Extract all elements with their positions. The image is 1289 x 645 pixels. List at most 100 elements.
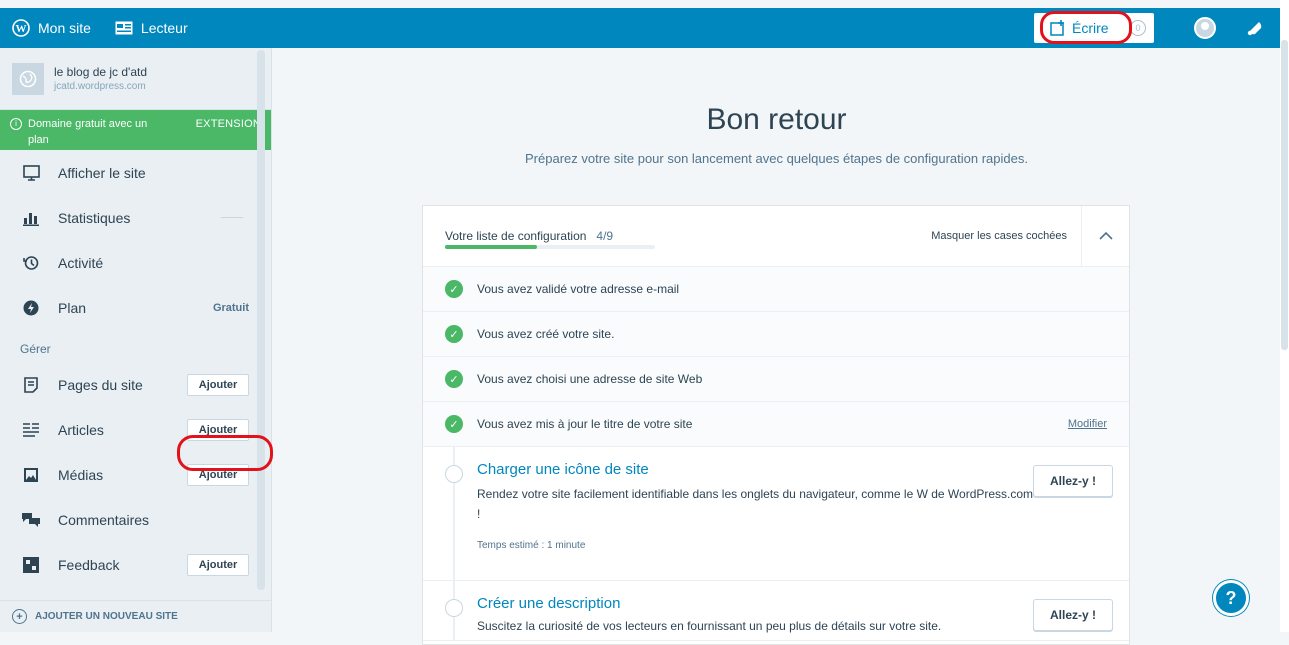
svg-text:W: W bbox=[16, 23, 27, 35]
page-subtitle: Préparez votre site pour son lancement a… bbox=[525, 151, 1028, 166]
my-site-link[interactable]: W Mon site bbox=[0, 8, 103, 48]
sidebar-item-label: Activité bbox=[58, 254, 104, 271]
page-icon bbox=[22, 376, 40, 393]
sidebar-item-label: Articles bbox=[58, 421, 104, 438]
sidebar-item-posts[interactable]: Articles Ajouter bbox=[0, 407, 271, 452]
profile-button[interactable] bbox=[1180, 8, 1230, 48]
main-content: Bon retour Préparez votre site pour son … bbox=[273, 48, 1280, 645]
avatar bbox=[1194, 17, 1216, 39]
setup-checklist: Votre liste de configuration 4/9 Masquer… bbox=[422, 205, 1130, 645]
reader-label: Lecteur bbox=[140, 20, 188, 36]
done-item-label: Vous avez validé votre adresse e-mail bbox=[477, 282, 680, 296]
sidebar-item-label: Plan bbox=[58, 299, 87, 316]
site-url: jcatd.wordpress.com bbox=[54, 81, 146, 92]
bell-icon bbox=[1247, 22, 1262, 36]
sidebar-item-media[interactable]: Médias Ajouter bbox=[0, 452, 271, 497]
chevron-up-icon bbox=[1098, 231, 1113, 240]
checklist-task: Charger une icône de site Rendez votre s… bbox=[423, 447, 1129, 581]
sidebar-item-pages[interactable]: Pages du site Ajouter bbox=[0, 362, 271, 407]
checklist-done-item: ✓ Vous avez mis à jour le titre de votre… bbox=[423, 402, 1129, 447]
domain-promo[interactable]: i Domaine gratuit avec un plan EXTENSION bbox=[0, 110, 271, 150]
checklist-title: Votre liste de configuration bbox=[445, 229, 587, 243]
add-page-button[interactable]: Ajouter bbox=[187, 373, 249, 396]
masterbar: W Mon site Lecteur Écrire 0 bbox=[0, 8, 1280, 48]
checkmark-icon: ✓ bbox=[445, 370, 463, 388]
bar-chart-icon bbox=[22, 210, 40, 226]
edit-title-link[interactable]: Modifier bbox=[1068, 418, 1107, 430]
sidebar-item-label: Médias bbox=[58, 466, 104, 483]
image-icon bbox=[22, 467, 40, 483]
sidebar-item-label: Statistiques bbox=[58, 209, 131, 226]
plus-circle-icon: + bbox=[12, 609, 27, 624]
site-name: le blog de jc d'atd bbox=[54, 65, 148, 79]
plan-icon bbox=[22, 300, 40, 316]
reader-icon bbox=[115, 21, 133, 35]
task-time: Temps estimé : 1 minute bbox=[477, 540, 586, 551]
checklist-progress bbox=[445, 245, 655, 249]
sidebar-item-view-site[interactable]: Afficher le site bbox=[0, 150, 271, 195]
comments-icon bbox=[22, 512, 40, 527]
checklist-count: 4/9 bbox=[596, 229, 614, 243]
checkmark-icon: ✓ bbox=[445, 415, 463, 433]
help-button[interactable]: ? bbox=[1213, 580, 1249, 616]
checklist-done-item: ✓ Vous avez créé votre site. bbox=[423, 312, 1129, 357]
sidebar: le blog de jc d'atd jcatd.wordpress.com … bbox=[0, 48, 272, 632]
incomplete-circle-icon bbox=[445, 465, 463, 483]
posts-icon bbox=[22, 422, 40, 437]
incomplete-circle-icon bbox=[445, 599, 463, 617]
collapse-button[interactable] bbox=[1081, 206, 1129, 267]
info-icon: i bbox=[10, 118, 22, 130]
sidebar-item-feedback[interactable]: Feedback Ajouter bbox=[0, 542, 271, 587]
sidebar-scrollbar[interactable] bbox=[257, 50, 265, 590]
task-title[interactable]: Charger une icône de site bbox=[477, 461, 1107, 478]
sidebar-item-activity[interactable]: Activité bbox=[0, 240, 271, 285]
done-item-label: Vous avez choisi une adresse de site Web bbox=[477, 372, 703, 386]
hide-completed-toggle[interactable]: Masquer les cases cochées bbox=[931, 230, 1067, 242]
feedback-icon bbox=[22, 556, 40, 573]
promo-text: Domaine gratuit avec un plan bbox=[28, 118, 148, 146]
done-item-label: Vous avez mis à jour le titre de votre s… bbox=[477, 417, 693, 431]
sidebar-item-label: Afficher le site bbox=[58, 164, 146, 181]
reader-link[interactable]: Lecteur bbox=[103, 8, 200, 48]
write-label: Écrire bbox=[1072, 20, 1109, 36]
sidebar-item-label: Commentaires bbox=[58, 511, 150, 528]
my-site-label: Mon site bbox=[38, 20, 91, 36]
sidebar-item-label: Feedback bbox=[58, 556, 120, 573]
plan-badge: Gratuit bbox=[212, 301, 249, 314]
sidebar-menu: Afficher le site Statistiques Activité P… bbox=[0, 150, 271, 330]
checklist-task: Créer une description Suscitez la curios… bbox=[423, 581, 1129, 641]
extension-link[interactable]: EXTENSION bbox=[196, 116, 261, 132]
sidebar-item-label: Pages du site bbox=[58, 376, 143, 393]
add-site-label: AJOUTER UN NOUVEAU SITE bbox=[35, 611, 178, 622]
page-title: Bon retour bbox=[706, 103, 847, 136]
history-icon bbox=[22, 255, 40, 271]
add-new-site-button[interactable]: + AJOUTER UN NOUVEAU SITE bbox=[0, 600, 271, 632]
checkmark-icon: ✓ bbox=[445, 325, 463, 343]
task-description: Rendez votre site facilement identifiabl… bbox=[477, 487, 1034, 521]
wordpress-logo-icon: W bbox=[12, 19, 30, 37]
checklist-progress-fill bbox=[445, 245, 538, 249]
task-go-button[interactable]: Allez-y ! bbox=[1033, 599, 1113, 631]
checklist-done-item: ✓ Vous avez validé votre adresse e-mail bbox=[423, 267, 1129, 312]
sidebar-item-comments[interactable]: Commentaires bbox=[0, 497, 271, 542]
add-media-button[interactable]: Ajouter bbox=[187, 463, 249, 486]
write-button[interactable]: Écrire 0 bbox=[1034, 13, 1154, 43]
task-description: Suscitez la curiosité de vos lecteurs en… bbox=[477, 619, 942, 633]
page-scrollbar[interactable] bbox=[1280, 0, 1289, 632]
sidebar-item-stats[interactable]: Statistiques bbox=[0, 195, 271, 240]
question-mark-icon: ? bbox=[1225, 587, 1237, 608]
drafts-count-icon: 0 bbox=[1130, 20, 1146, 36]
add-post-button[interactable]: Ajouter bbox=[187, 418, 249, 441]
add-feedback-button[interactable]: Ajouter bbox=[187, 553, 249, 576]
checkmark-icon: ✓ bbox=[445, 280, 463, 298]
monitor-icon bbox=[22, 164, 40, 181]
site-card[interactable]: le blog de jc d'atd jcatd.wordpress.com bbox=[0, 48, 271, 110]
task-go-button[interactable]: Allez-y ! bbox=[1033, 465, 1113, 497]
manage-menu: Pages du site Ajouter Articles Ajouter M… bbox=[0, 362, 271, 587]
notifications-button[interactable] bbox=[1230, 8, 1280, 48]
checklist-done-item: ✓ Vous avez choisi une adresse de site W… bbox=[423, 357, 1129, 402]
stats-sparkline bbox=[221, 217, 243, 218]
task-title[interactable]: Créer une description bbox=[477, 595, 1107, 612]
sidebar-item-plan[interactable]: Plan Gratuit bbox=[0, 285, 271, 330]
done-item-label: Vous avez créé votre site. bbox=[477, 327, 615, 341]
